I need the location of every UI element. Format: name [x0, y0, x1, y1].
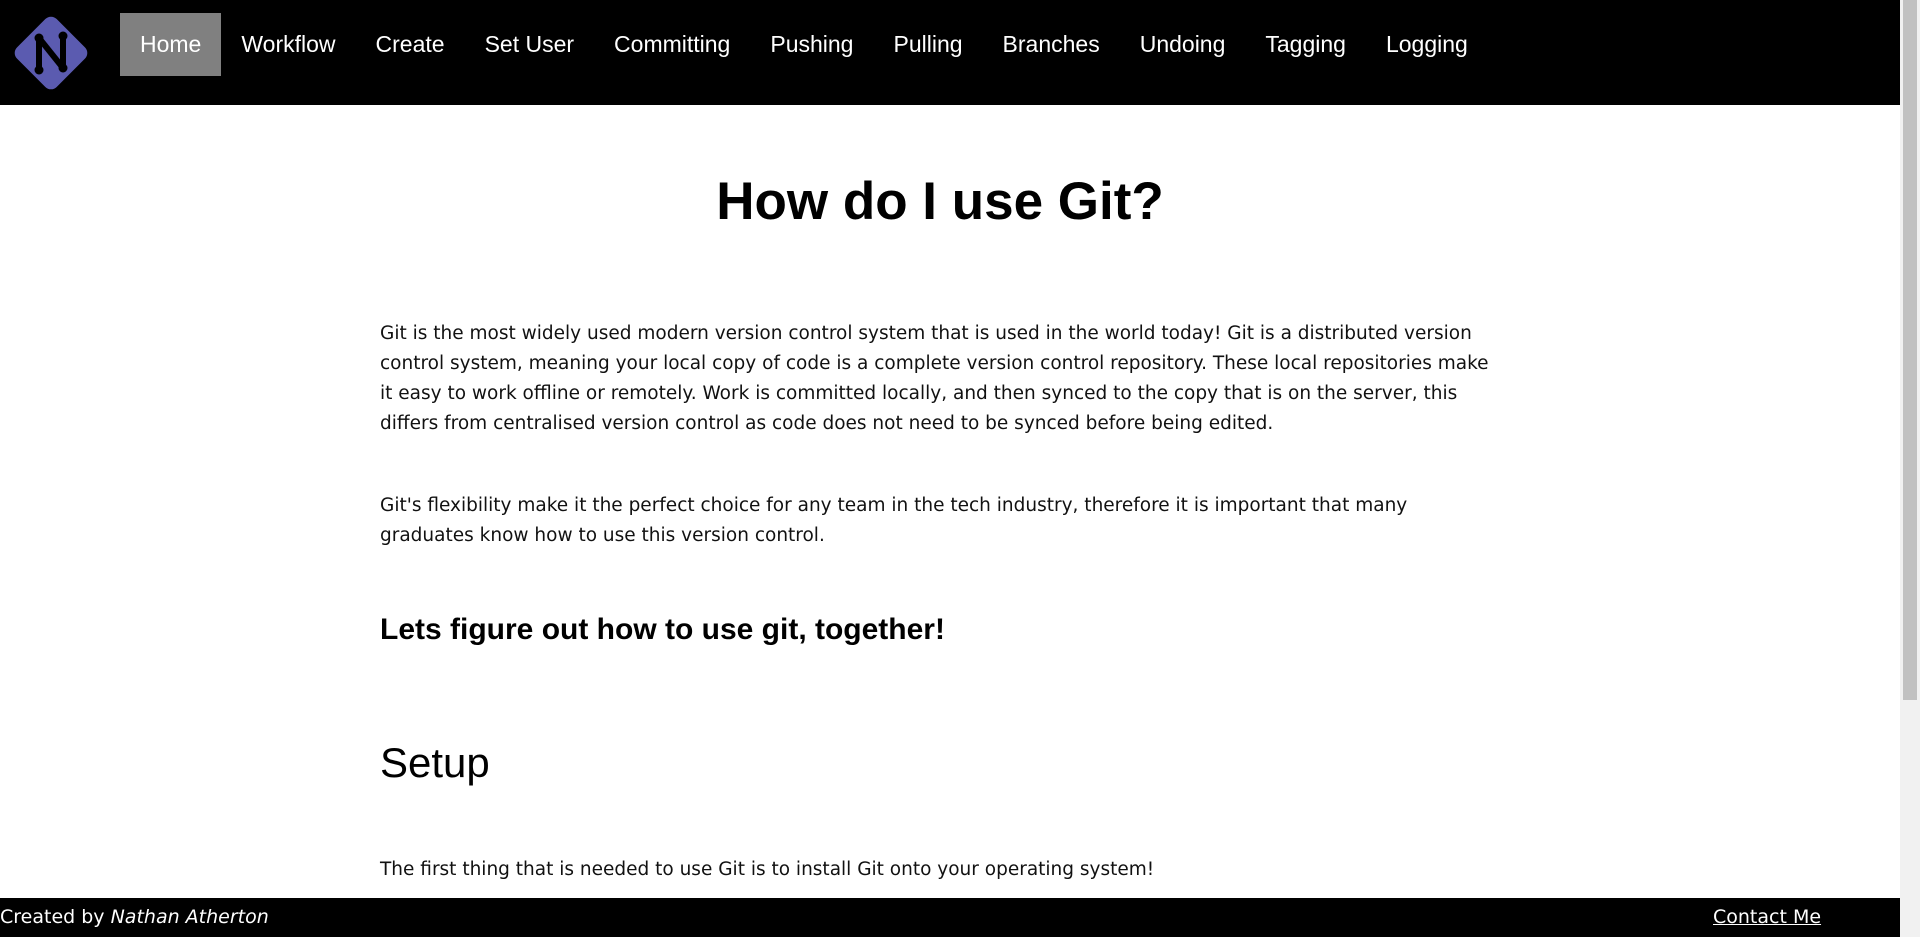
nav-item-pulling[interactable]: Pulling — [873, 13, 982, 76]
top-navbar: Home Workflow Create Set User Committing… — [0, 0, 1900, 105]
flexibility-paragraph: Git's flexibility make it the perfect ch… — [380, 495, 1408, 546]
author-name: Nathan Atherton — [110, 906, 269, 928]
footer-credit: Created by Nathan Atherton — [0, 906, 269, 928]
n-diamond-logo-icon[interactable] — [10, 12, 92, 94]
nav-item-logging[interactable]: Logging — [1366, 13, 1488, 76]
footer: Created by Nathan Atherton Contact Me — [0, 898, 1900, 937]
nav-item-home[interactable]: Home — [120, 13, 222, 76]
nav-item-pushing[interactable]: Pushing — [750, 13, 873, 76]
vertical-scrollbar[interactable] — [1900, 0, 1920, 937]
main-nav: Home Workflow Create Set User Committing… — [120, 13, 1488, 76]
nav-item-set-user[interactable]: Set User — [465, 13, 594, 76]
page: Home Workflow Create Set User Committing… — [0, 0, 1920, 937]
intro-paragraph: Git is the most widely used modern versi… — [380, 323, 1489, 434]
nav-item-committing[interactable]: Committing — [594, 13, 750, 76]
nav-item-undoing[interactable]: Undoing — [1120, 13, 1246, 76]
nav-item-workflow[interactable]: Workflow — [221, 13, 355, 76]
together-subheading: Lets figure out how to use git, together… — [380, 613, 945, 646]
page-title: How do I use Git? — [716, 172, 1164, 231]
nav-item-branches[interactable]: Branches — [983, 13, 1120, 76]
setup-heading: Setup — [380, 739, 490, 786]
credit-prefix: Created by — [0, 906, 105, 928]
setup-paragraph: The first thing that is needed to use Gi… — [380, 859, 1155, 880]
nav-item-tagging[interactable]: Tagging — [1245, 13, 1366, 76]
scrollbar-thumb[interactable] — [1903, 0, 1917, 700]
nav-item-create[interactable]: Create — [356, 13, 465, 76]
contact-me-link[interactable]: Contact Me — [1713, 906, 1821, 928]
